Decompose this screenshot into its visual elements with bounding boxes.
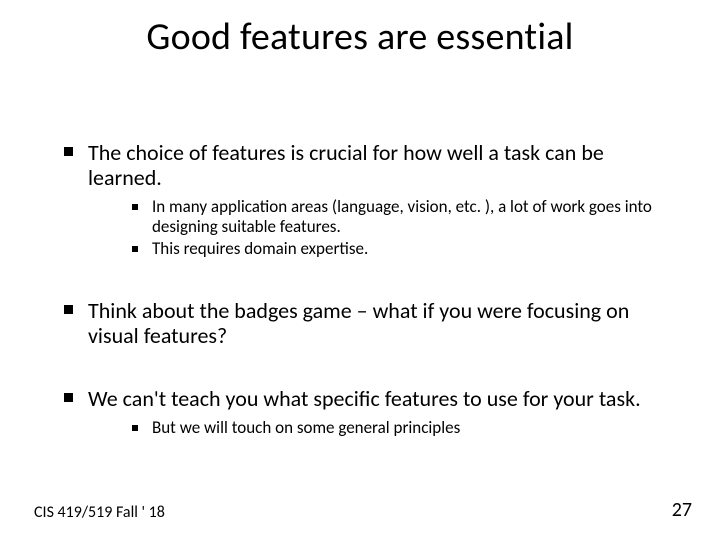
spacer [60, 368, 670, 386]
slide-body: The choice of features is crucial for ho… [60, 140, 670, 458]
slide: Good features are essential The choice o… [0, 0, 720, 540]
sub-bullet-list: In many application areas (language, vis… [88, 197, 670, 260]
bullet-item: The choice of features is crucial for ho… [60, 140, 670, 260]
bullet-item: Think about the badges game – what if yo… [60, 298, 670, 349]
sub-bullet-text: This requires domain expertise. [152, 238, 368, 259]
bullet-text: We can't teach you what specific feature… [88, 385, 641, 412]
bullet-text: The choice of features is crucial for ho… [88, 139, 604, 191]
bullet-item: We can't teach you what specific feature… [60, 386, 670, 438]
sub-bullet-text: But we will touch on some general princi… [152, 417, 460, 438]
slide-title: Good features are essential [0, 0, 720, 60]
sub-bullet-text: In many application areas (language, vis… [152, 196, 652, 237]
sub-bullet-item: But we will touch on some general princi… [128, 418, 670, 438]
sub-bullet-list: But we will touch on some general princi… [88, 418, 670, 438]
slide-number: 27 [672, 498, 692, 522]
footer-course: CIS 419/519 Fall ' 18 [34, 503, 165, 522]
spacer [60, 280, 670, 298]
sub-bullet-item: This requires domain expertise. [128, 239, 670, 259]
bullet-list: The choice of features is crucial for ho… [60, 140, 670, 438]
bullet-text: Think about the badges game – what if yo… [88, 297, 629, 349]
sub-bullet-item: In many application areas (language, vis… [128, 197, 670, 238]
